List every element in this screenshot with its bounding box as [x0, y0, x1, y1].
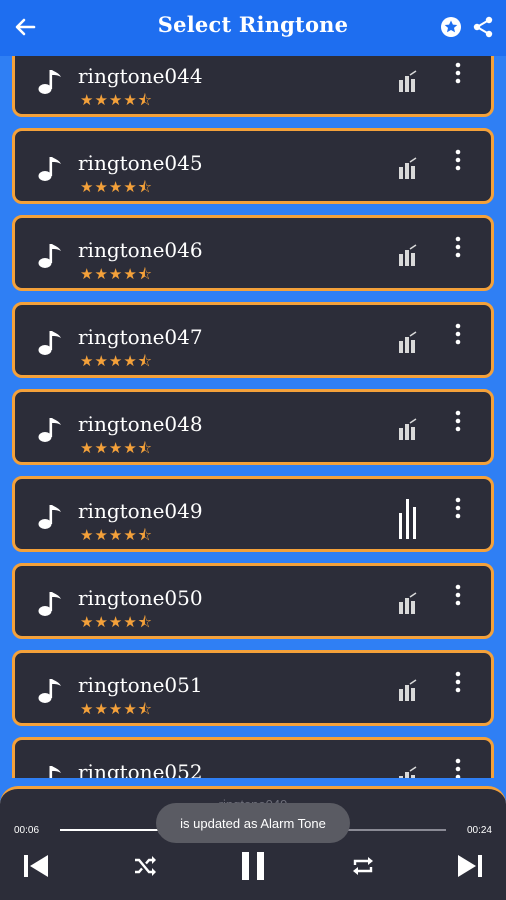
skip-previous-icon[interactable] [22, 853, 50, 879]
ringtone-name: ringtone052 [78, 760, 203, 778]
toast-message: is updated as Alarm Tone [156, 803, 350, 843]
rating-stars: ★★★★⯪ [80, 265, 153, 283]
rating-stars: ★★★★⯪ [80, 526, 153, 544]
ringtone-item[interactable]: ringtone049 ★★★★⯪ [12, 476, 494, 552]
more-vert-icon[interactable] [453, 758, 463, 778]
ringtone-item[interactable]: ringtone047 ★★★★⯪ [12, 302, 494, 378]
equalizer-icon[interactable] [398, 70, 418, 92]
ringtone-name: ringtone048 [78, 412, 203, 436]
ringtone-list[interactable]: ringtone044 ★★★★⯪ ringtone045 ★★★★⯪ ringtone… [0, 56, 506, 778]
pause-icon[interactable] [240, 851, 266, 881]
music-note-icon [38, 331, 61, 355]
music-note-icon [38, 418, 61, 442]
page-title: Select Ringtone [157, 12, 349, 37]
ringtone-item[interactable]: ringtone050 ★★★★⯪ [12, 563, 494, 639]
equalizer-icon[interactable] [398, 766, 418, 778]
rating-stars: ★★★★⯪ [80, 613, 153, 631]
ringtone-name: ringtone047 [78, 325, 203, 349]
more-vert-icon[interactable] [453, 236, 463, 258]
ringtone-item[interactable]: ringtone052★★★★⯪ [12, 737, 494, 778]
equalizer-icon[interactable] [398, 157, 418, 179]
music-note-icon [38, 70, 61, 94]
rating-stars: ★★★★⯪ [80, 178, 153, 196]
ringtone-name: ringtone044 [78, 64, 203, 88]
time-total: 00:24 [466, 825, 492, 836]
more-vert-icon[interactable] [453, 497, 463, 519]
more-vert-icon[interactable] [453, 149, 463, 171]
equalizer-icon[interactable] [398, 244, 418, 266]
more-vert-icon[interactable] [453, 584, 463, 606]
ringtone-name: ringtone045 [78, 151, 203, 175]
share-icon[interactable] [472, 16, 494, 38]
equalizer-playing-icon[interactable] [398, 499, 418, 539]
music-note-icon [38, 157, 61, 181]
equalizer-icon[interactable] [398, 331, 418, 353]
ringtone-name: ringtone051 [78, 673, 203, 697]
seek-bar-progress [60, 829, 165, 831]
ringtone-name: ringtone046 [78, 238, 203, 262]
music-note-icon [38, 592, 61, 616]
ringtone-name: ringtone050 [78, 586, 203, 610]
ringtone-item[interactable]: ringtone051 ★★★★⯪ [12, 650, 494, 726]
music-note-icon [38, 679, 61, 703]
music-note-icon [38, 244, 61, 268]
app-bar: Select Ringtone [0, 0, 506, 56]
music-note-icon [38, 505, 61, 529]
rating-stars: ★★★★⯪ [80, 91, 153, 109]
ringtone-item[interactable]: ringtone046 ★★★★⯪ [12, 215, 494, 291]
ringtone-name: ringtone049 [78, 499, 203, 523]
skip-next-icon[interactable] [456, 853, 484, 879]
player-panel: ringtone049 00:06 00:24 is updated as Al… [0, 786, 506, 900]
music-note-icon [49, 766, 61, 778]
equalizer-icon[interactable] [398, 592, 418, 614]
more-vert-icon[interactable] [453, 671, 463, 693]
repeat-icon[interactable] [350, 853, 376, 879]
rating-stars: ★★★★⯪ [80, 352, 153, 370]
rating-stars: ★★★★⯪ [80, 439, 153, 457]
ringtone-item[interactable]: ringtone048 ★★★★⯪ [12, 389, 494, 465]
equalizer-icon[interactable] [398, 418, 418, 440]
equalizer-icon[interactable] [398, 679, 418, 701]
rating-stars: ★★★★⯪ [80, 700, 153, 718]
ringtone-item[interactable]: ringtone045 ★★★★⯪ [12, 128, 494, 204]
star-badge-icon[interactable] [440, 16, 462, 38]
shuffle-icon[interactable] [132, 853, 158, 879]
time-elapsed: 00:06 [14, 825, 40, 836]
more-vert-icon[interactable] [453, 62, 463, 84]
more-vert-icon[interactable] [453, 323, 463, 345]
ringtone-item[interactable]: ringtone044 ★★★★⯪ [12, 56, 494, 117]
more-vert-icon[interactable] [453, 410, 463, 432]
